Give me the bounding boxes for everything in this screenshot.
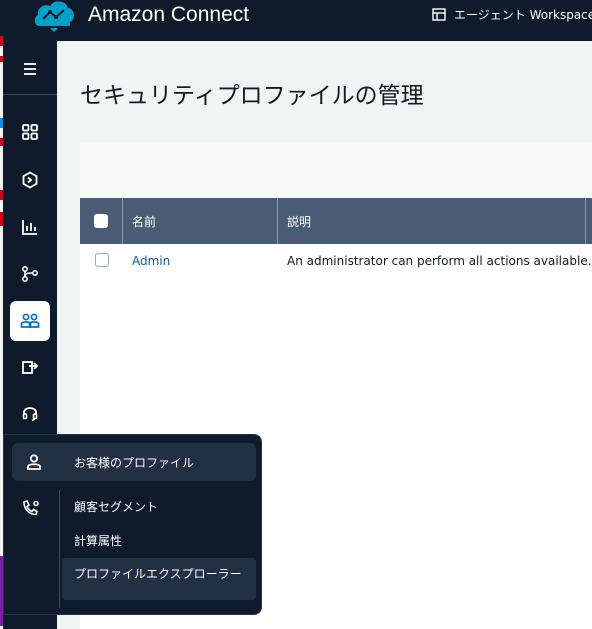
users-icon (20, 313, 40, 328)
dashboard-grid-icon (22, 124, 38, 140)
sidebar-item-analytics[interactable] (10, 207, 50, 247)
flyout-item-profile-explorer[interactable]: プロファイルエクスプローラー (62, 558, 256, 600)
routing-hexagon-icon (22, 171, 38, 189)
column-divider (277, 198, 278, 244)
sidebar-item-dashboard[interactable] (10, 112, 50, 152)
flyout-item-calculated-attributes[interactable]: 計算属性 (74, 532, 122, 549)
phone-settings-icon[interactable] (21, 499, 41, 517)
workspace-layout-icon (432, 8, 446, 21)
sidebar-item-agent-apps[interactable] (10, 393, 50, 433)
top-navigation-bar: Amazon Connect エージェント Workspace (0, 0, 592, 41)
column-header-description[interactable]: 説明 (287, 198, 311, 244)
workspace-label: エージェント Workspace (454, 8, 592, 22)
page-title: セキュリティプロファイルの管理 (80, 83, 424, 109)
column-divider (122, 198, 123, 244)
sidebar-item-routing[interactable] (10, 160, 50, 200)
sidebar-item-users[interactable] (10, 301, 50, 341)
menu-icon (24, 63, 36, 75)
flows-branch-icon (21, 265, 39, 283)
amazon-connect-logo-icon[interactable] (32, 0, 76, 32)
app-title: Amazon Connect (88, 3, 250, 26)
profile-name-link[interactable]: Admin (132, 254, 170, 268)
channels-export-icon (22, 361, 39, 374)
customer-profile-icon (27, 454, 41, 470)
flyout-item-customer-segments[interactable]: 顧客セグメント (74, 498, 158, 515)
flyout-header[interactable]: お客様のプロファイル (12, 443, 256, 481)
analytics-bar-chart-icon (22, 220, 37, 235)
column-header-name[interactable]: 名前 (132, 198, 156, 244)
headset-icon (22, 407, 38, 422)
column-divider (585, 198, 586, 244)
sidebar-item-channels[interactable] (10, 347, 50, 387)
select-all-checkbox[interactable] (94, 214, 108, 228)
table-toolbar (80, 142, 592, 198)
customer-profiles-flyout: お客様のプロファイル 顧客セグメント 計算属性 プロファイルエクスプローラー (3, 434, 262, 615)
flyout-tree-line (59, 490, 60, 608)
sidebar-item-flows[interactable] (10, 254, 50, 294)
workspace-link[interactable]: エージェント Workspace (432, 6, 592, 23)
row-checkbox[interactable] (95, 253, 109, 267)
sidebar-divider (3, 94, 57, 95)
flyout-header-label: お客様のプロファイル (74, 456, 195, 470)
table-header: 名前 説明 (80, 198, 592, 244)
sidebar-menu-toggle[interactable] (10, 49, 50, 89)
profile-description: An administrator can perform all actions… (287, 254, 592, 268)
